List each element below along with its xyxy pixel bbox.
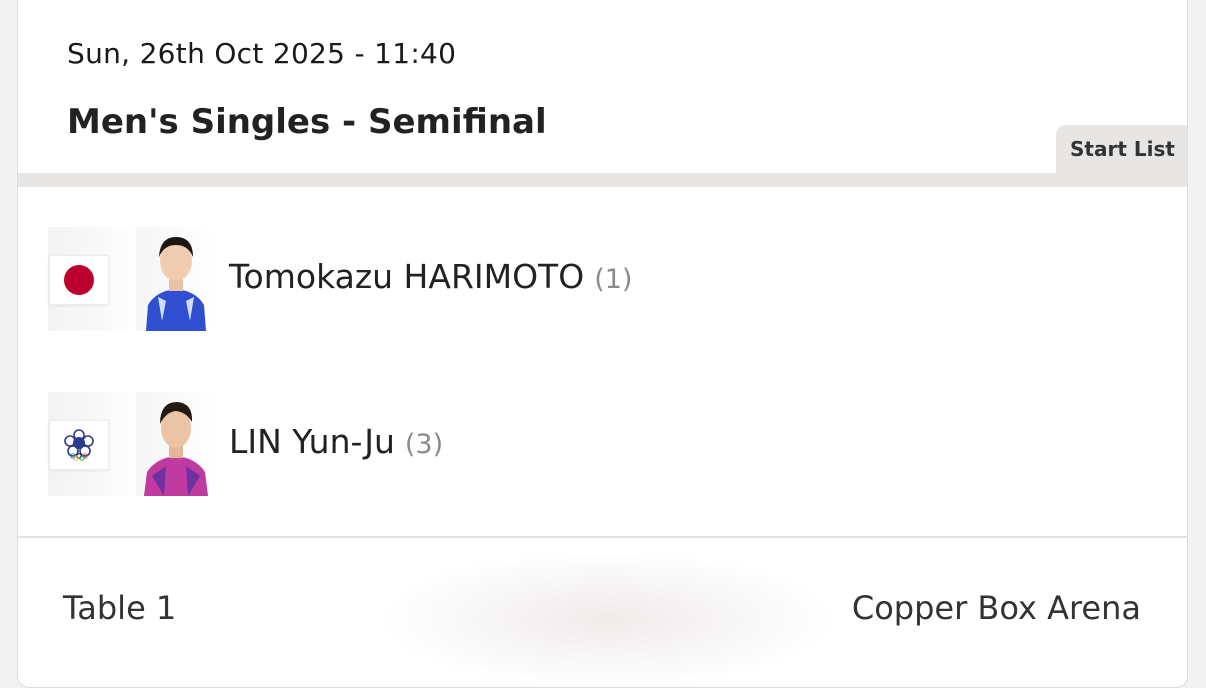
match-datetime: Sun, 26th Oct 2025 - 11:40 — [67, 37, 457, 70]
table-label: Table 1 — [63, 589, 177, 627]
competitor-row[interactable]: LIN Yun-Ju (3) — [48, 392, 1148, 496]
japan-flag-icon — [49, 255, 109, 305]
player-name-line: Tomokazu HARIMOTO (1) — [229, 257, 632, 296]
venue-label: Copper Box Arena — [851, 589, 1141, 627]
header-divider-band — [18, 173, 1187, 187]
player-name-line: LIN Yun-Ju (3) — [229, 422, 443, 461]
competitor-row[interactable]: Tomokazu HARIMOTO (1) — [48, 227, 1148, 331]
player-avatar — [136, 227, 216, 331]
player-seed: (1) — [594, 264, 633, 295]
player-avatar — [136, 392, 216, 496]
footer-divider — [18, 536, 1187, 538]
flag-container — [48, 227, 138, 331]
match-card[interactable]: Sun, 26th Oct 2025 - 11:40 Men's Singles… — [17, 0, 1188, 688]
event-title: Men's Singles - Semifinal — [67, 102, 547, 142]
player-seed: (3) — [404, 429, 444, 460]
chinese-taipei-flag-icon — [49, 420, 109, 470]
player-name: LIN Yun-Ju — [229, 422, 395, 461]
player-name: Tomokazu HARIMOTO — [229, 257, 585, 296]
start-list-tab[interactable]: Start List — [1056, 125, 1187, 173]
flag-container — [48, 392, 138, 496]
footer-background-glow — [378, 549, 838, 687]
